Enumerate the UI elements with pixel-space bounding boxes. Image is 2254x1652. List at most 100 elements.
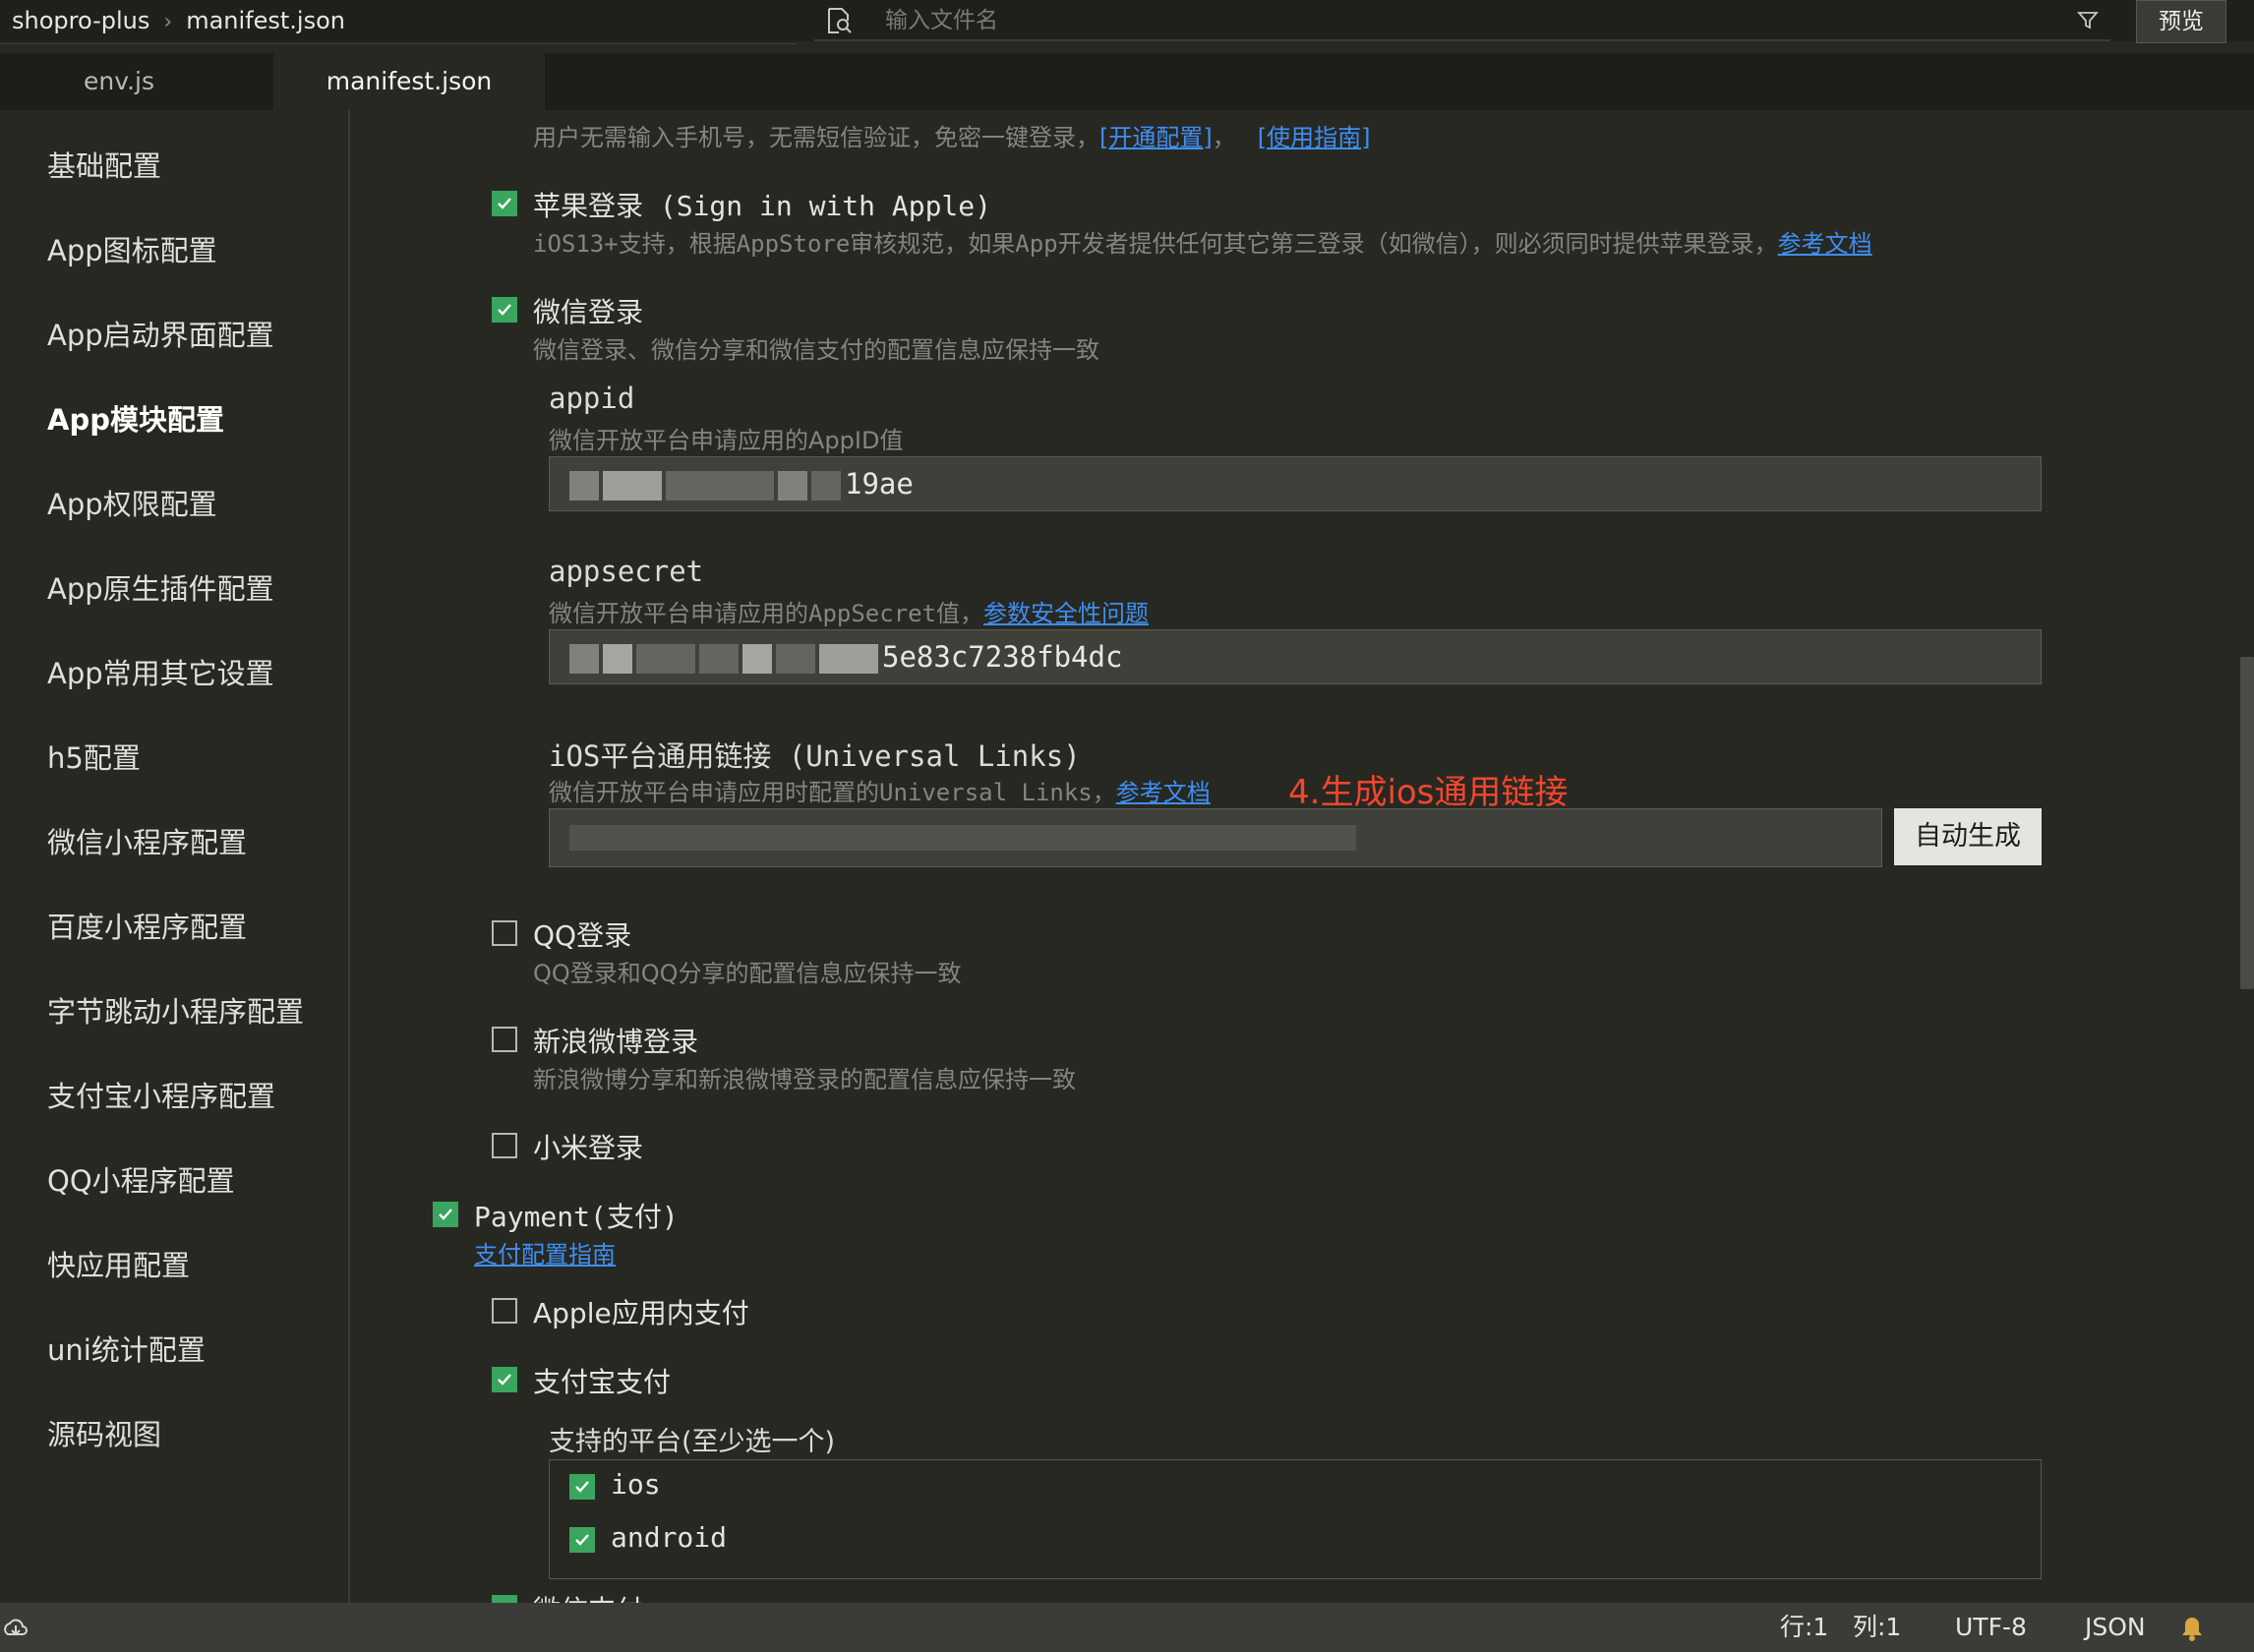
chevron-right-icon: › bbox=[163, 10, 173, 34]
file-search-icon bbox=[828, 8, 852, 33]
sidebar-item-basic[interactable]: 基础配置 bbox=[47, 144, 161, 185]
wechat-pay-label: 微信支付 bbox=[533, 1595, 643, 1603]
tab-manifest-json[interactable]: manifest.json bbox=[273, 53, 545, 110]
preview-button[interactable]: 预览 bbox=[2136, 0, 2226, 43]
appid-description: 微信开放平台申请应用的AppID值 bbox=[549, 427, 904, 454]
sidebar-item-uni-stat[interactable]: uni统计配置 bbox=[47, 1328, 206, 1369]
oneclick-guide-link[interactable]: [使用指南] bbox=[1258, 124, 1371, 151]
platforms-group: ios android bbox=[549, 1459, 2042, 1579]
oneclick-config-link[interactable]: [开通配置] bbox=[1099, 124, 1213, 151]
redacted-block bbox=[742, 644, 772, 674]
alipay-checkbox[interactable] bbox=[492, 1367, 517, 1392]
sidebar-item-app-permissions[interactable]: App权限配置 bbox=[47, 482, 217, 523]
status-encoding[interactable]: UTF-8 bbox=[1955, 1603, 2027, 1652]
file-search-input[interactable] bbox=[883, 2, 2018, 39]
qq-login-description: QQ登录和QQ分享的配置信息应保持一致 bbox=[533, 960, 962, 987]
sidebar-item-app-other-settings[interactable]: App常用其它设置 bbox=[47, 651, 274, 692]
check-icon bbox=[498, 304, 511, 316]
weibo-login-description: 新浪微博分享和新浪微博登录的配置信息应保持一致 bbox=[533, 1066, 1076, 1093]
payment-guide-link[interactable]: 支付配置指南 bbox=[474, 1235, 616, 1269]
universal-links-docs-link[interactable]: 参考文档 bbox=[1116, 779, 1211, 806]
status-language[interactable]: JSON bbox=[2085, 1603, 2146, 1652]
sidebar-item-app-splash[interactable]: App启动界面配置 bbox=[47, 313, 274, 354]
weibo-login-checkbox[interactable] bbox=[492, 1027, 517, 1052]
redacted-block bbox=[603, 644, 632, 674]
tab-bar: env.js manifest.json bbox=[0, 53, 2254, 110]
universal-links-input[interactable] bbox=[549, 808, 1882, 867]
tab-env-js[interactable]: env.js bbox=[0, 53, 238, 110]
breadcrumb-project[interactable]: shopro-plus bbox=[12, 7, 149, 34]
bell-icon[interactable] bbox=[2179, 1615, 2205, 1642]
sidebar-item-weixin-mp[interactable]: 微信小程序配置 bbox=[47, 820, 247, 861]
appsecret-security-link[interactable]: 参数安全性问题 bbox=[983, 600, 1149, 627]
appsecret-desc-text: 微信开放平台申请应用的AppSecret值， bbox=[549, 600, 984, 627]
settings-panel: 用户无需输入手机号，无需短信验证，免密一键登录，[开通配置]， [使用指南] 苹果… bbox=[352, 110, 2221, 1603]
qq-login-checkbox[interactable] bbox=[492, 920, 517, 946]
sidebar-item-h5[interactable]: h5配置 bbox=[47, 736, 141, 777]
appsecret-input[interactable]: 5e83c7238fb4dc bbox=[549, 629, 2042, 684]
oneclick-desc-text: 用户无需输入手机号，无需短信验证，免密一键登录， bbox=[533, 124, 1099, 151]
alipay-label: 支付宝支付 bbox=[533, 1366, 672, 1398]
apple-login-desc-text: iOS13+支持，根据AppStore审核规范，如果App开发者提供任何其它第三… bbox=[533, 230, 1778, 258]
oneclick-login-description: 用户无需输入手机号，无需短信验证，免密一键登录，[开通配置]， [使用指南] bbox=[533, 118, 1370, 152]
wechat-login-checkbox[interactable] bbox=[492, 297, 517, 323]
cloud-sync-icon[interactable] bbox=[2, 1615, 30, 1642]
redacted-block bbox=[666, 471, 774, 501]
qq-login-label: QQ登录 bbox=[533, 919, 632, 952]
universal-links-label: iOS平台通用链接 (Universal Links) bbox=[549, 739, 1081, 773]
redacted-block bbox=[569, 644, 599, 674]
filter-icon[interactable] bbox=[2075, 8, 2101, 33]
check-icon bbox=[575, 1534, 589, 1546]
sidebar-item-qq-mp[interactable]: QQ小程序配置 bbox=[47, 1158, 235, 1200]
redacted-block bbox=[569, 825, 1356, 851]
platform-android-checkbox[interactable] bbox=[569, 1527, 595, 1553]
xiaomi-login-checkbox[interactable] bbox=[492, 1133, 517, 1158]
wechat-login-description: 微信登录、微信分享和微信支付的配置信息应保持一致 bbox=[533, 336, 1099, 364]
sidebar-item-toutiao-mp[interactable]: 字节跳动小程序配置 bbox=[47, 989, 304, 1031]
sidebar-item-app-native-plugins[interactable]: App原生插件配置 bbox=[47, 566, 274, 608]
redacted-block bbox=[819, 644, 878, 674]
appsecret-value: 5e83c7238fb4dc bbox=[882, 640, 1123, 674]
sidebar-item-alipay-mp[interactable]: 支付宝小程序配置 bbox=[47, 1074, 275, 1115]
apple-iap-label: Apple应用内支付 bbox=[533, 1297, 749, 1329]
appid-label: appid bbox=[549, 382, 635, 415]
sidebar-item-app-modules[interactable]: App模块配置 bbox=[47, 397, 224, 439]
status-column[interactable]: 列:1 bbox=[1853, 1603, 1901, 1652]
file-search bbox=[814, 0, 2110, 41]
apple-login-label: 苹果登录 (Sign in with Apple) bbox=[533, 190, 992, 222]
platform-ios-checkbox[interactable] bbox=[569, 1474, 595, 1500]
appsecret-description: 微信开放平台申请应用的AppSecret值，参数安全性问题 bbox=[549, 594, 1149, 628]
sidebar-item-baidu-mp[interactable]: 百度小程序配置 bbox=[47, 905, 247, 946]
apple-login-checkbox[interactable] bbox=[492, 191, 517, 216]
appsecret-label: appsecret bbox=[549, 555, 704, 588]
weibo-login-label: 新浪微博登录 bbox=[533, 1026, 699, 1058]
redacted-block bbox=[699, 644, 739, 674]
platforms-label: 支持的平台(至少选一个) bbox=[549, 1427, 836, 1457]
redacted-block bbox=[603, 471, 662, 501]
annotation-callout: 4.生成ios通用链接 bbox=[1288, 773, 1569, 812]
scrollbar-thumb[interactable] bbox=[2240, 657, 2254, 989]
payment-checkbox[interactable] bbox=[433, 1202, 458, 1227]
check-icon bbox=[498, 1374, 511, 1386]
wechat-pay-row-partial: 微信支付 bbox=[492, 1595, 1082, 1603]
appid-value: 19ae bbox=[845, 467, 914, 501]
sidebar-item-quickapp[interactable]: 快应用配置 bbox=[47, 1243, 190, 1284]
sidebar-item-app-icon[interactable]: App图标配置 bbox=[47, 228, 217, 269]
divider bbox=[0, 43, 797, 44]
sidebar-item-source-view[interactable]: 源码视图 bbox=[47, 1412, 161, 1453]
breadcrumb-file[interactable]: manifest.json bbox=[186, 7, 345, 34]
wechat-pay-checkbox[interactable] bbox=[492, 1595, 517, 1603]
redacted-block bbox=[811, 471, 841, 501]
auto-generate-button[interactable]: 自动生成 bbox=[1894, 808, 2042, 865]
apple-iap-checkbox[interactable] bbox=[492, 1298, 517, 1324]
redacted-block bbox=[569, 471, 599, 501]
platform-ios-label: ios bbox=[611, 1468, 661, 1501]
universal-links-description: 微信开放平台申请应用时配置的Universal Links，参考文档 bbox=[549, 773, 1211, 807]
check-icon bbox=[439, 1209, 452, 1220]
appid-input[interactable]: 19ae bbox=[549, 456, 2042, 511]
redacted-block bbox=[776, 644, 815, 674]
payment-label: Payment(支付) bbox=[474, 1201, 679, 1233]
apple-login-docs-link[interactable]: 参考文档 bbox=[1778, 230, 1872, 258]
top-bar: shopro-plus › manifest.json 预览 bbox=[0, 0, 2254, 44]
status-line[interactable]: 行:1 bbox=[1780, 1603, 1828, 1652]
